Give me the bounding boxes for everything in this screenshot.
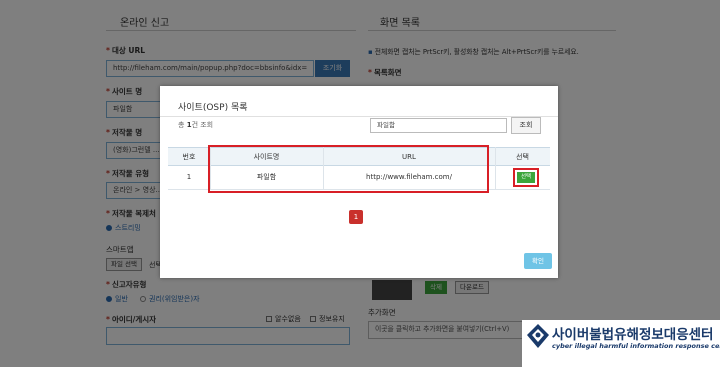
modal-title: 사이트(OSP) 목록 xyxy=(178,103,248,113)
center-name: 사이버불법유해정보대응센터 xyxy=(552,327,714,343)
center-emblem-icon xyxy=(527,324,549,348)
row-number: 1 xyxy=(186,173,192,181)
select-site-button[interactable]: 선택 xyxy=(517,172,535,183)
report-page: 온라인 신고 *대상 URL http://fileham.com/main/p… xyxy=(0,0,720,367)
center-name-english: cyber illegal harmful information respon… xyxy=(552,342,720,350)
result-count: 총 1건 조회 xyxy=(178,121,214,129)
center-logo: 사이버불법유해정보대응센터 cyber illegal harmful info… xyxy=(522,320,720,367)
site-search-input[interactable]: 파일함 xyxy=(370,118,507,133)
confirm-button[interactable]: 확인 xyxy=(524,253,552,269)
column-header-number: 번호 xyxy=(182,153,196,161)
column-header-select: 선택 xyxy=(516,153,529,161)
site-url-highlight-box xyxy=(208,145,489,193)
site-list-modal: 사이트(OSP) 목록 총 1건 조회 파일함 조회 번호 사이트명 URL 선… xyxy=(160,86,558,278)
search-button[interactable]: 조회 xyxy=(511,117,541,134)
screenshot-frame: 온라인 신고 *대상 URL http://fileham.com/main/p… xyxy=(0,0,720,367)
pagination-page-1[interactable]: 1 xyxy=(349,210,363,224)
divider xyxy=(160,116,558,117)
